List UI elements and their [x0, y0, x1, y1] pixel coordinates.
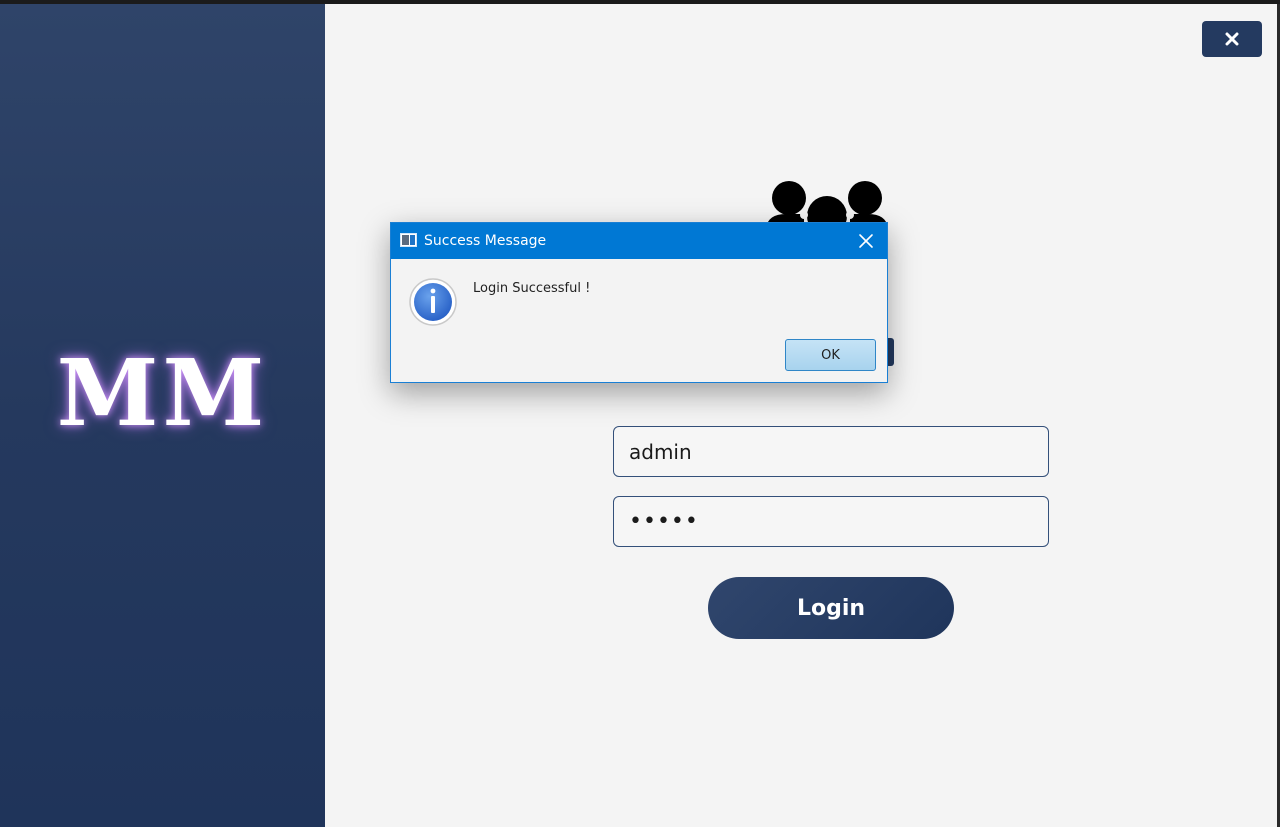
info-icon — [409, 278, 457, 326]
brand-sidebar: MM — [0, 4, 325, 827]
login-button[interactable]: Login — [708, 577, 954, 639]
close-app-button[interactable] — [1202, 21, 1262, 57]
window-app-icon — [400, 233, 417, 247]
login-panel — [325, 4, 1277, 827]
dialog-titlebar: Success Message — [391, 223, 887, 259]
dialog-close-icon[interactable] — [857, 232, 875, 250]
dialog-message: Login Successful ! — [473, 281, 591, 296]
users-group-icon — [766, 181, 888, 228]
password-input[interactable] — [613, 496, 1049, 547]
dialog-title: Success Message — [424, 233, 547, 249]
username-input[interactable] — [613, 426, 1049, 477]
brand-logo: MM — [56, 339, 269, 447]
success-dialog: Success Message Login Successful ! OK — [390, 222, 888, 383]
ok-button[interactable]: OK — [785, 339, 876, 371]
close-x-icon — [1225, 32, 1239, 46]
